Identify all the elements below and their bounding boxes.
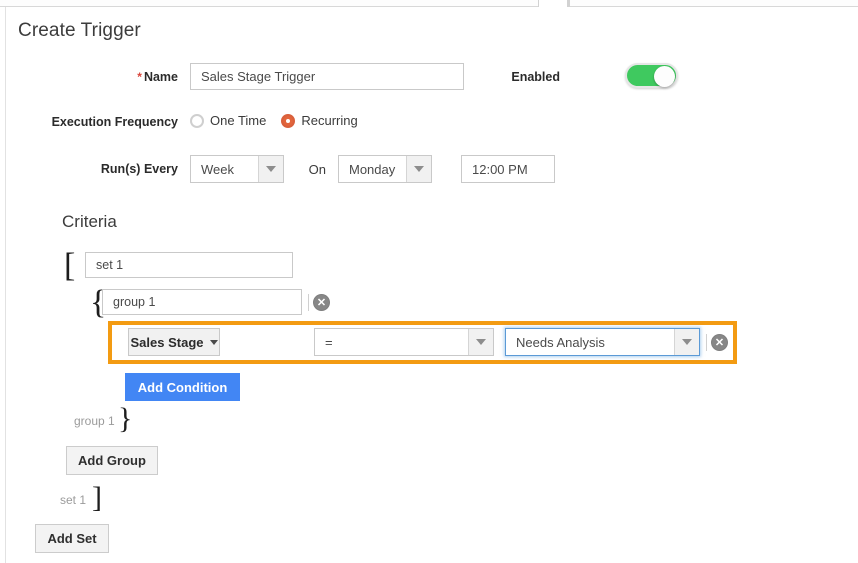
condition-operator-value: = <box>325 334 333 350</box>
group-delete-separator <box>308 294 309 311</box>
interval-select-arrow[interactable] <box>258 156 283 182</box>
chevron-down-icon <box>414 166 424 172</box>
set-close-bracket: ] <box>92 481 102 514</box>
day-select-arrow[interactable] <box>406 156 431 182</box>
toggle-knob <box>654 66 675 87</box>
radio-recurring[interactable] <box>281 113 296 128</box>
condition-field-label: Sales Stage <box>130 334 204 350</box>
close-circle-icon[interactable]: ✕ <box>313 294 330 311</box>
set-open-bracket: [ <box>64 247 76 284</box>
set-close-tag: set 1 <box>60 493 87 507</box>
panel-left-border <box>5 7 6 563</box>
day-select[interactable]: Monday <box>338 155 432 183</box>
page-title: Create Trigger <box>18 20 141 41</box>
name-label: * Name <box>60 70 178 84</box>
radio-recurring-label[interactable]: Recurring <box>301 113 357 128</box>
interval-select[interactable]: Week <box>190 155 284 183</box>
name-input[interactable] <box>190 63 464 90</box>
add-set-button[interactable]: Add Set <box>35 524 109 553</box>
condition-value-text: Needs Analysis <box>516 334 605 350</box>
group-close-brace: } <box>118 402 133 435</box>
enabled-toggle[interactable] <box>625 63 678 88</box>
browser-tab-strip <box>0 0 858 7</box>
criteria-section-title: Criteria <box>62 212 117 231</box>
execution-frequency-label: Execution Frequency <box>51 115 178 129</box>
enabled-label: Enabled <box>511 70 560 84</box>
group-name-input[interactable] <box>102 289 302 315</box>
condition-delete-separator <box>706 334 707 351</box>
condition-operator-select[interactable]: = <box>314 328 494 356</box>
add-group-button[interactable]: Add Group <box>66 446 158 475</box>
runs-every-label: Run(s) Every <box>100 162 178 176</box>
time-input[interactable] <box>461 155 555 183</box>
condition-value-select[interactable]: Needs Analysis <box>505 328 700 356</box>
caret-down-icon <box>209 339 218 345</box>
tab-edge-right[interactable] <box>568 0 570 7</box>
condition-value-arrow[interactable] <box>674 329 699 355</box>
tab-edge-left[interactable] <box>538 0 568 7</box>
name-label-text: Name <box>143 70 178 84</box>
radio-one-time[interactable] <box>190 113 204 128</box>
add-condition-button[interactable]: Add Condition <box>125 373 240 401</box>
day-select-value: Monday <box>349 161 396 177</box>
set-name-input[interactable] <box>85 252 293 278</box>
chevron-down-icon <box>682 339 692 345</box>
create-trigger-page: Create Trigger *Name Enabled Execution F… <box>0 0 858 563</box>
chevron-down-icon <box>476 339 486 345</box>
group-close-tag: group 1 <box>74 414 115 428</box>
on-label: On <box>308 162 326 177</box>
close-circle-icon[interactable]: ✕ <box>711 334 728 351</box>
condition-operator-arrow[interactable] <box>468 329 493 355</box>
interval-select-value: Week <box>201 161 234 177</box>
condition-field-button[interactable]: Sales Stage <box>128 328 220 356</box>
radio-one-time-label[interactable]: One Time <box>210 113 266 128</box>
required-asterisk: * <box>137 70 142 84</box>
chevron-down-icon <box>266 166 276 172</box>
execution-frequency-radio-group: One Time Recurring <box>190 113 367 128</box>
